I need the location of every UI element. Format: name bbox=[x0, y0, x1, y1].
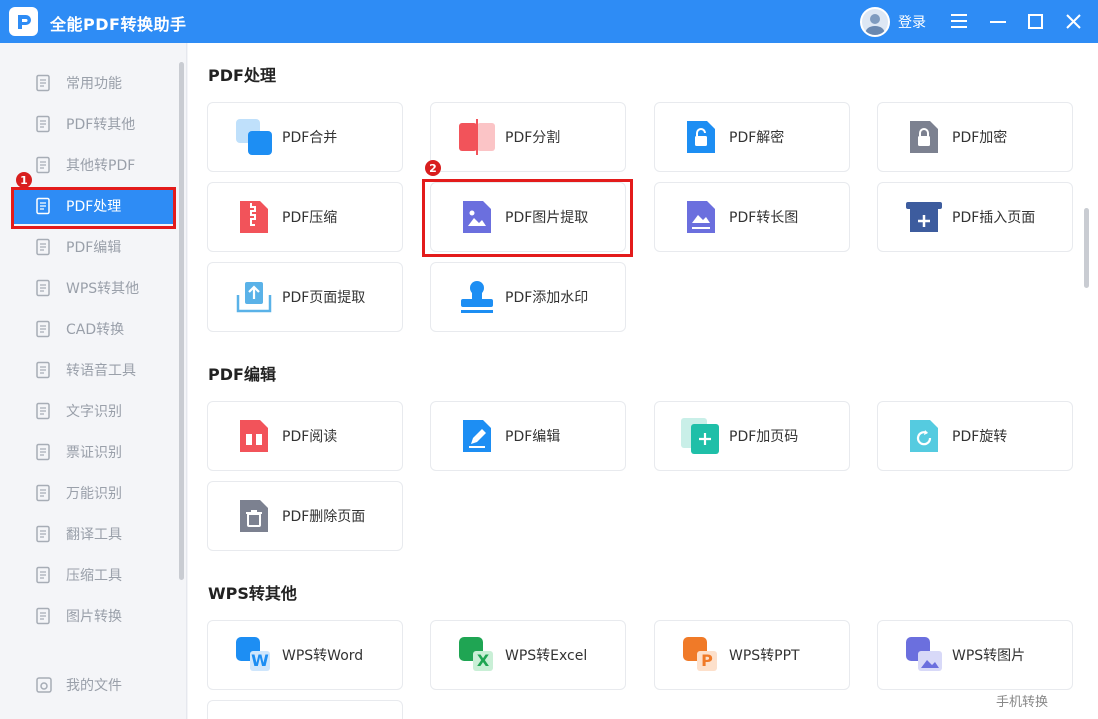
page-extract-icon bbox=[234, 277, 274, 317]
split-icon bbox=[457, 117, 497, 157]
user-avatar[interactable] bbox=[860, 7, 890, 37]
card-long-image[interactable]: PDF转长图 bbox=[654, 182, 850, 252]
cad-convert-icon bbox=[34, 319, 54, 339]
delete-page-icon bbox=[234, 496, 274, 536]
card-partial[interactable] bbox=[207, 700, 403, 719]
menu-icon bbox=[951, 14, 967, 28]
sidebar-item-common-tools[interactable]: 常用功能 bbox=[14, 65, 174, 101]
sidebar-item-my-files[interactable]: 我的文件 bbox=[14, 667, 174, 703]
sidebar-item-wps-to-other[interactable]: WPS转其他 bbox=[14, 270, 174, 306]
maximize-button[interactable] bbox=[1022, 8, 1048, 34]
card-compress[interactable]: PDF压缩 bbox=[207, 182, 403, 252]
section-title-wps-other: WPS转其他 bbox=[208, 584, 297, 603]
decrypt-icon bbox=[681, 117, 721, 157]
watermark-icon bbox=[457, 277, 497, 317]
merge-icon bbox=[234, 117, 274, 157]
highlight-box-card bbox=[422, 179, 633, 257]
my-files-icon bbox=[34, 675, 54, 695]
card-wps-word[interactable]: W WPS转Word bbox=[207, 620, 403, 690]
wps-excel-icon: X bbox=[457, 635, 497, 675]
menu-button[interactable] bbox=[946, 8, 972, 34]
sidebar-item-cad-convert[interactable]: CAD转换 bbox=[14, 311, 174, 347]
close-button[interactable] bbox=[1060, 8, 1086, 34]
sidebar-item-pdf-edit[interactable]: PDF编辑 bbox=[14, 229, 174, 265]
compress-tool-icon bbox=[34, 565, 54, 585]
card-rotate[interactable]: PDF旋转 bbox=[877, 401, 1073, 471]
card-encrypt[interactable]: PDF加密 bbox=[877, 102, 1073, 172]
sidebar-item-universal-recognition[interactable]: 万能识别 bbox=[14, 475, 174, 511]
card-watermark[interactable]: PDF添加水印 bbox=[430, 262, 626, 332]
ticket-recognition-icon bbox=[34, 442, 54, 462]
card-merge[interactable]: PDF合并 bbox=[207, 102, 403, 172]
title-bar: 全能PDF转换助手 登录 bbox=[0, 0, 1098, 43]
image-convert-icon bbox=[34, 606, 54, 626]
insert-page-icon bbox=[904, 197, 944, 237]
sidebar-item-text-to-speech[interactable]: 转语音工具 bbox=[14, 352, 174, 388]
card-insert-page[interactable]: PDF插入页面 bbox=[877, 182, 1073, 252]
card-page-extract[interactable]: PDF页面提取 bbox=[207, 262, 403, 332]
card-wps-ppt[interactable]: P WPS转PPT bbox=[654, 620, 850, 690]
pdf-to-other-icon bbox=[34, 114, 54, 134]
common-tools-icon bbox=[34, 73, 54, 93]
wps-ppt-icon: P bbox=[681, 635, 721, 675]
step-badge-1: 1 bbox=[16, 172, 32, 188]
sidebar-item-compress-tool[interactable]: 压缩工具 bbox=[14, 557, 174, 593]
sidebar-item-pdf-to-other[interactable]: PDF转其他 bbox=[14, 106, 174, 142]
translate-icon bbox=[34, 524, 54, 544]
rotate-icon bbox=[904, 416, 944, 456]
other-to-pdf-icon bbox=[34, 155, 54, 175]
sidebar-item-image-convert[interactable]: 图片转换 bbox=[14, 598, 174, 634]
read-icon bbox=[234, 416, 274, 456]
sidebar-item-ocr[interactable]: 文字识别 bbox=[14, 393, 174, 429]
card-wps-excel[interactable]: X WPS转Excel bbox=[430, 620, 626, 690]
card-delete-page[interactable]: PDF删除页面 bbox=[207, 481, 403, 551]
text-to-speech-icon bbox=[34, 360, 54, 380]
card-page-number[interactable]: PDF加页码 bbox=[654, 401, 850, 471]
maximize-icon bbox=[1027, 13, 1043, 29]
encrypt-icon bbox=[904, 117, 944, 157]
card-edit[interactable]: PDF编辑 bbox=[430, 401, 626, 471]
card-split[interactable]: PDF分割 bbox=[430, 102, 626, 172]
wps-word-icon: W bbox=[234, 635, 274, 675]
wps-image-icon bbox=[904, 635, 944, 675]
section-title-pdf-edit: PDF编辑 bbox=[208, 365, 276, 384]
sidebar-item-other-to-pdf[interactable]: 其他转PDF bbox=[14, 147, 174, 183]
card-decrypt[interactable]: PDF解密 bbox=[654, 102, 850, 172]
edit-icon bbox=[457, 416, 497, 456]
wps-to-other-icon bbox=[34, 278, 54, 298]
ocr-icon bbox=[34, 401, 54, 421]
sidebar-item-ticket-recognition[interactable]: 票证识别 bbox=[14, 434, 174, 470]
main-scrollbar[interactable] bbox=[1084, 208, 1089, 288]
minimize-icon bbox=[990, 21, 1006, 23]
highlight-box-sidebar bbox=[11, 187, 176, 229]
step-badge-2: 2 bbox=[425, 160, 441, 176]
card-read[interactable]: PDF阅读 bbox=[207, 401, 403, 471]
universal-recognition-icon bbox=[34, 483, 54, 503]
pdf-edit-icon bbox=[34, 237, 54, 257]
card-wps-image[interactable]: WPS转图片 bbox=[877, 620, 1073, 690]
close-icon bbox=[1065, 13, 1081, 29]
long-image-icon bbox=[681, 197, 721, 237]
mobile-convert-link[interactable]: 手机转换 bbox=[996, 691, 1048, 710]
minimize-button[interactable] bbox=[985, 8, 1011, 34]
app-title: 全能PDF转换助手 bbox=[50, 15, 187, 34]
login-button[interactable]: 登录 bbox=[898, 12, 926, 32]
page-number-icon bbox=[681, 416, 721, 456]
compress-icon bbox=[234, 197, 274, 237]
section-title-pdf-process: PDF处理 bbox=[208, 66, 276, 85]
sidebar-item-translate[interactable]: 翻译工具 bbox=[14, 516, 174, 552]
sidebar-scrollbar[interactable] bbox=[179, 62, 184, 580]
app-logo-icon bbox=[9, 7, 38, 36]
